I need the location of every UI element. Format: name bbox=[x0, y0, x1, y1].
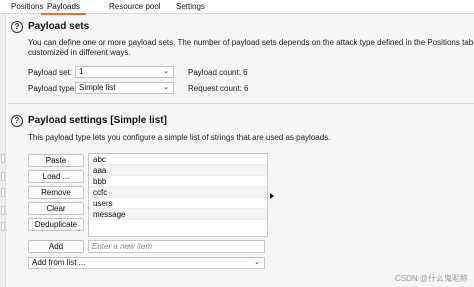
tab-bar: Positions Payloads Resource pool Setting… bbox=[0, 0, 474, 15]
left-edge-marker bbox=[1, 188, 5, 197]
payload-settings-description: This payload type lets you configure a s… bbox=[28, 133, 331, 142]
tab-settings[interactable]: Settings bbox=[176, 2, 205, 11]
remove-button[interactable]: Remove bbox=[28, 186, 84, 199]
payload-sets-description-cont: customized in different ways. bbox=[28, 48, 131, 57]
clear-button[interactable]: Clear bbox=[28, 202, 84, 215]
left-edge-marker bbox=[1, 206, 5, 215]
payload-sets-title: Payload sets bbox=[28, 21, 90, 32]
left-edge-strip bbox=[0, 14, 6, 287]
new-item-input[interactable] bbox=[88, 240, 265, 253]
payload-settings-title: Payload settings [Simple list] bbox=[28, 115, 167, 126]
payload-type-value: Simple list bbox=[79, 83, 116, 92]
payload-type-select[interactable]: Simple list ⌄ bbox=[75, 82, 174, 94]
payload-sets-description: You can define one or more payload sets.… bbox=[28, 38, 474, 47]
left-edge-marker bbox=[1, 154, 5, 163]
watermark: CSDN @什么鬼昵称 bbox=[394, 274, 468, 283]
list-item[interactable]: bbb bbox=[89, 176, 267, 187]
add-from-list-select[interactable]: Add from list ... ⌄ bbox=[28, 257, 265, 269]
load-button[interactable]: Load ... bbox=[28, 170, 84, 183]
help-icon[interactable]: ? bbox=[11, 21, 23, 33]
cursor-arrow-icon bbox=[270, 193, 274, 199]
tab-positions[interactable]: Positions bbox=[11, 2, 43, 11]
payload-list[interactable]: abc aaa bbb ccfc users message bbox=[88, 153, 268, 237]
deduplicate-button[interactable]: Deduplicate bbox=[28, 218, 84, 231]
list-item[interactable]: users bbox=[89, 198, 267, 209]
add-button[interactable]: Add bbox=[28, 240, 84, 253]
tab-payloads[interactable]: Payloads bbox=[41, 2, 86, 15]
list-item[interactable]: message bbox=[89, 209, 267, 220]
chevron-down-icon: ⌄ bbox=[163, 68, 169, 75]
chevron-down-icon: ⌄ bbox=[254, 259, 260, 266]
chevron-down-icon: ⌄ bbox=[163, 84, 169, 91]
tab-resource-pool[interactable]: Resource pool bbox=[109, 2, 161, 11]
request-count: Request count: 6 bbox=[188, 84, 249, 93]
list-item[interactable]: ccfc bbox=[89, 187, 267, 198]
help-icon[interactable]: ? bbox=[11, 115, 23, 127]
payload-set-value: 1 bbox=[79, 67, 84, 76]
payload-set-label: Payload set: bbox=[28, 68, 73, 77]
payload-type-label: Payload type: bbox=[28, 84, 77, 93]
payload-set-select[interactable]: 1 ⌄ bbox=[75, 66, 174, 78]
payload-count: Payload count: 6 bbox=[188, 68, 248, 77]
list-item[interactable]: aaa bbox=[89, 165, 267, 176]
left-edge-marker bbox=[1, 172, 5, 181]
add-from-list-value: Add from list ... bbox=[32, 258, 86, 267]
left-edge-marker bbox=[1, 222, 5, 231]
paste-button[interactable]: Paste bbox=[28, 154, 84, 167]
section-divider bbox=[8, 103, 474, 104]
list-item[interactable]: abc bbox=[89, 154, 267, 165]
